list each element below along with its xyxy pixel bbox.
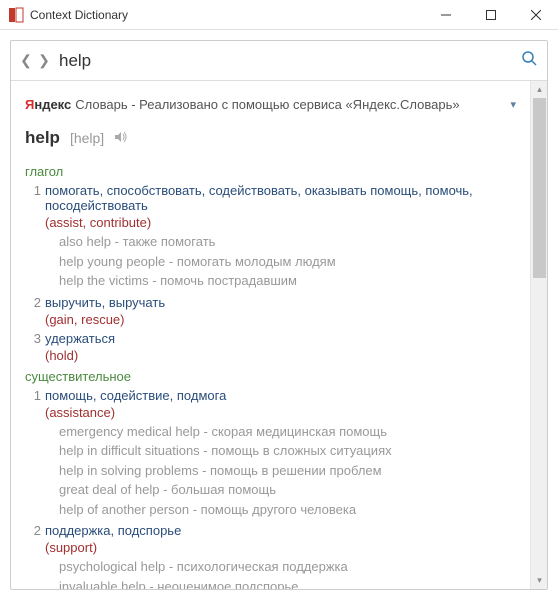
search-icon[interactable] — [521, 50, 537, 71]
example: great deal of help - большая помощь — [59, 480, 516, 500]
scroll-up-button[interactable]: ▴ — [531, 81, 547, 98]
scroll-down-button[interactable]: ▾ — [531, 572, 547, 589]
sense-item: 1помогать, способствовать, содействовать… — [25, 183, 516, 213]
main-panel: ❮ ❯ Яндекс Словарь - Реализовано с помощ… — [10, 40, 548, 590]
search-input[interactable] — [53, 47, 521, 75]
search-bar: ❮ ❯ — [11, 41, 547, 81]
results-pane: Яндекс Словарь - Реализовано с помощью с… — [11, 81, 530, 589]
translation-terms[interactable]: поддержка, подспорье — [45, 523, 181, 538]
provider-row[interactable]: Яндекс Словарь - Реализовано с помощью с… — [25, 93, 516, 122]
translation-terms[interactable]: выручить, выручать — [45, 295, 165, 310]
provider-desc: Словарь - Реализовано с помощью сервиса … — [75, 97, 459, 112]
maximize-button[interactable] — [468, 0, 513, 30]
gloss: (assistance) — [45, 405, 516, 420]
example: invaluable help - неоценимое подспорье — [59, 577, 516, 590]
headword-row: help [help] — [25, 122, 516, 158]
example: help in difficult situations - помощь в … — [59, 441, 516, 461]
minimize-button[interactable] — [423, 0, 468, 30]
scrollbar[interactable]: ▴ ▾ — [530, 81, 547, 589]
provider-brand: Яндекс — [25, 97, 71, 112]
example: help the victims - помочь пострадавшим — [59, 271, 516, 291]
scroll-thumb[interactable] — [533, 98, 546, 278]
nav-forward-button[interactable]: ❯ — [35, 49, 53, 73]
nav-back-button[interactable]: ❮ — [17, 49, 35, 73]
window-title: Context Dictionary — [30, 8, 128, 22]
example: emergency medical help - скорая медицинс… — [59, 422, 516, 442]
translation-terms[interactable]: помогать, способствовать, содействовать,… — [45, 183, 516, 213]
sense-item: 2поддержка, подспорье — [25, 523, 516, 538]
app-icon — [8, 7, 24, 23]
sense-item: 1помощь, содействие, подмога — [25, 388, 516, 403]
part-of-speech: глагол — [25, 164, 516, 179]
gloss: (gain, rescue) — [45, 312, 516, 327]
example: also help - также помогать — [59, 232, 516, 252]
example: help young people - помогать молодым люд… — [59, 252, 516, 272]
sense-item: 2выручить, выручать — [25, 295, 516, 310]
sense-item: 3удержаться — [25, 331, 516, 346]
close-button[interactable] — [513, 0, 558, 30]
translation-terms[interactable]: удержаться — [45, 331, 115, 346]
headword: help — [25, 128, 60, 148]
phonetic: [help] — [70, 130, 104, 146]
example: help of another person - помощь другого … — [59, 500, 516, 520]
speaker-icon[interactable] — [114, 130, 128, 147]
gloss: (hold) — [45, 348, 516, 363]
gloss: (support) — [45, 540, 516, 555]
titlebar: Context Dictionary — [0, 0, 558, 30]
example: help in solving problems - помощь в реше… — [59, 461, 516, 481]
part-of-speech: существительное — [25, 369, 516, 384]
example: psychological help - психологическая под… — [59, 557, 516, 577]
gloss: (assist, contribute) — [45, 215, 516, 230]
translation-terms[interactable]: помощь, содействие, подмога — [45, 388, 226, 403]
chevron-down-icon[interactable]: ▾ — [510, 98, 516, 111]
